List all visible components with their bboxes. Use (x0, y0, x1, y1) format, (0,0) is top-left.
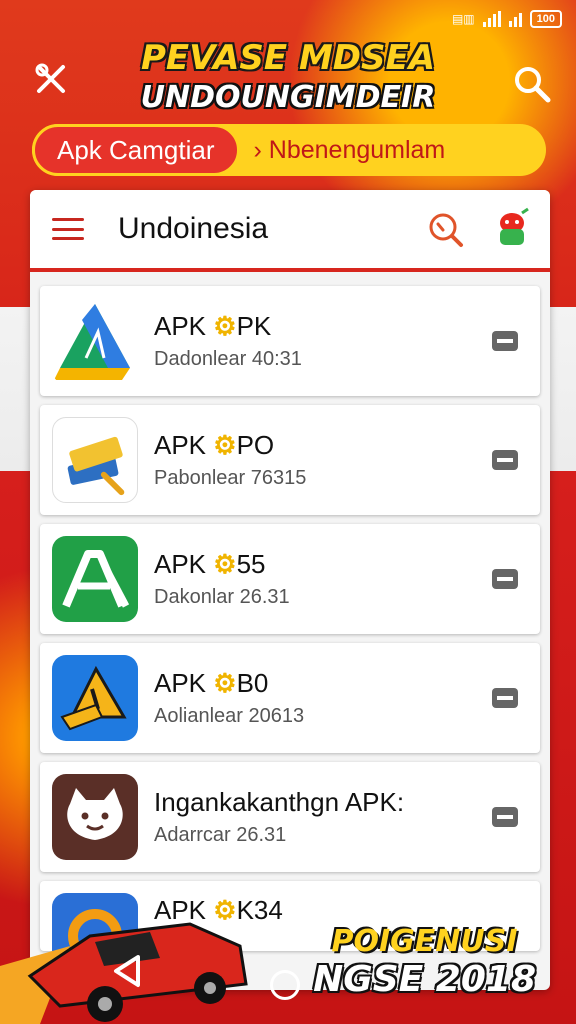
list-item[interactable]: APK ⚙55 Dakonlar 26.31 (40, 524, 540, 634)
list-item[interactable]: APK ⚙PK Dadonlear 40:31 (40, 286, 540, 396)
app-subtitle: Pabonlear 76315 (154, 467, 307, 489)
app-name: Ingankakanthgn APK: (154, 787, 405, 817)
category-tab-label: Aрk Camgtiar (57, 134, 215, 165)
app-bar: Undoinesia (30, 190, 550, 272)
app-subtitle: Adarrcar 26.31 (154, 824, 287, 846)
category-tab-active[interactable]: Aрk Camgtiar (32, 124, 240, 176)
remove-button[interactable] (492, 807, 518, 827)
app-name: APK ⚙55 (154, 549, 266, 579)
promo-line1: POIGENUSI (331, 924, 518, 959)
back-button[interactable] (112, 954, 142, 988)
app-subtitle: Aolianlear 20613 (154, 705, 305, 727)
list-item[interactable]: Ingankakanthgn APK: Adarrcar 26.31 (40, 762, 540, 872)
app-name: APK ⚙PO (154, 430, 275, 460)
wifi-signal-icon (508, 11, 522, 27)
books-brush-icon (52, 417, 138, 503)
category-bar: Aрk Camgtiar › Nbenengumlam (32, 124, 546, 176)
promo-banner: POIGENUSI NGSE 2018 (313, 924, 536, 1000)
paint-brush-icon (52, 655, 138, 741)
app-subtitle: Dadonlear 40:31 (154, 348, 302, 370)
remove-button[interactable] (492, 688, 518, 708)
category-link[interactable]: › Nbenengumlam (240, 136, 547, 165)
remove-button[interactable] (492, 450, 518, 470)
app-subtitle: Dakonlar 26.31 (154, 586, 290, 608)
list-item[interactable]: APK ⚙B0 Aolianlear 20613 (40, 643, 540, 753)
letter-a-icon (52, 536, 138, 622)
triangle-drive-icon (52, 298, 138, 384)
app-name: APK ⚙PK (154, 311, 272, 341)
search-icon[interactable] (426, 210, 464, 248)
banner-title-line1: PEVASE MDSEA (140, 38, 436, 78)
menu-icon[interactable] (52, 218, 84, 240)
battery-icon: 100 (529, 10, 562, 28)
app-list: APK ⚙PK Dadonlear 40:31 APK ⚙PO Pabonlea… (40, 286, 540, 960)
remove-button[interactable] (492, 569, 518, 589)
cat-face-icon (52, 774, 138, 860)
nfc-icon: ▤▥ (451, 12, 475, 26)
android-mascot-icon[interactable] (492, 207, 532, 251)
status-bar: ▤▥ 100 (452, 10, 562, 28)
banner-title-line2: UNDOUNGIMDEIR (140, 80, 436, 115)
app-store-window: Undoinesia APK ⚙PK Dadonlear 40:31 APK ⚙… (30, 190, 550, 990)
signal-icon (482, 11, 501, 27)
list-item[interactable]: APK ⚙PO Pabonlear 76315 (40, 405, 540, 515)
app-bar-title: Undoinesia (118, 212, 269, 245)
remove-button[interactable] (492, 331, 518, 351)
banner-title: PEVASE MDSEA UNDOUNGIMDEIR (0, 38, 576, 118)
home-button[interactable] (270, 970, 300, 1000)
promo-line2: NGSE 2018 (313, 959, 536, 1000)
app-name: APK ⚙B0 (154, 668, 269, 698)
